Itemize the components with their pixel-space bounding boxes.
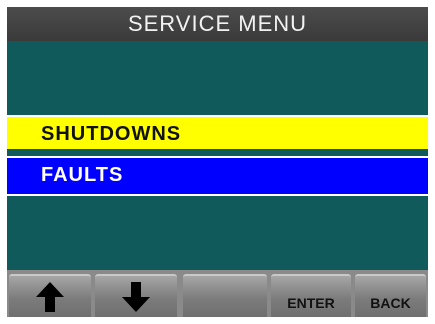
back-button[interactable]: BACK xyxy=(355,274,426,317)
enter-button-label: ENTER xyxy=(287,294,335,311)
blank-button[interactable] xyxy=(183,274,267,317)
back-button-label: BACK xyxy=(370,294,411,311)
soft-key-bar: ENTER BACK xyxy=(7,270,428,317)
down-button[interactable] xyxy=(95,274,177,317)
enter-button[interactable]: ENTER xyxy=(271,274,351,317)
page-title: SERVICE MENU xyxy=(7,7,428,41)
up-arrow-icon xyxy=(35,281,65,313)
display-screen: SERVICE MENU SHUTDOWNS FAULTS ENTER BACK xyxy=(7,7,428,317)
menu-item-shutdowns[interactable]: SHUTDOWNS xyxy=(7,115,428,149)
up-button[interactable] xyxy=(9,274,91,317)
menu-item-faults[interactable]: FAULTS xyxy=(7,156,428,196)
down-arrow-icon xyxy=(121,281,151,313)
